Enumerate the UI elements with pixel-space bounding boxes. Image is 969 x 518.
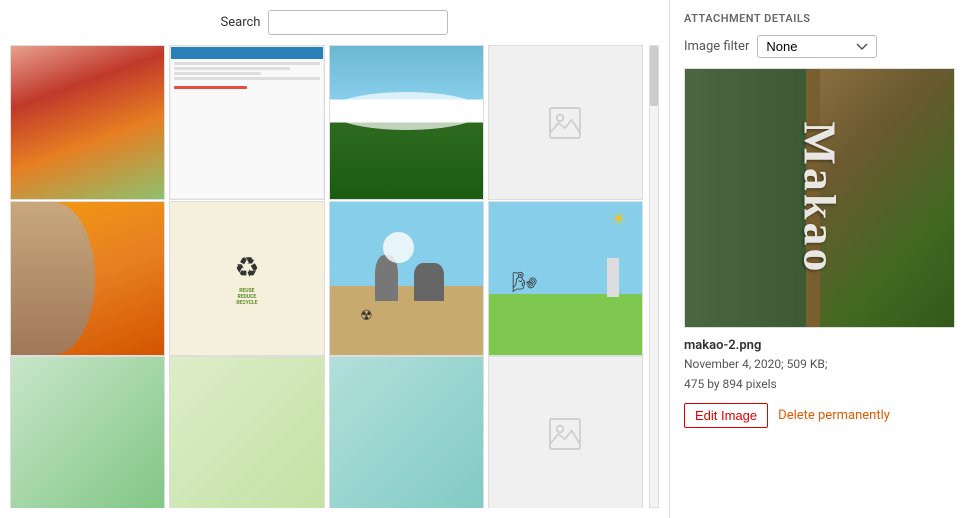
file-name: makao-2.png bbox=[684, 338, 955, 353]
list-item[interactable] bbox=[329, 356, 484, 508]
action-row: Edit Image Delete permanently bbox=[684, 403, 955, 428]
delete-permanently-button[interactable]: Delete permanently bbox=[778, 408, 890, 423]
file-info: makao-2.png November 4, 2020; 509 KB; 47… bbox=[684, 338, 955, 393]
scrollbar-thumb[interactable] bbox=[650, 46, 658, 106]
list-item[interactable] bbox=[169, 356, 324, 508]
list-item[interactable] bbox=[488, 45, 643, 200]
list-item[interactable] bbox=[488, 356, 643, 508]
search-label: Search bbox=[221, 15, 261, 30]
list-item[interactable] bbox=[169, 45, 324, 200]
preview-image: Makao bbox=[685, 69, 954, 327]
file-meta-line1: November 4, 2020; 509 KB; bbox=[684, 355, 955, 373]
image-grid-wrapper: ♻ REUSEREDUCERECYCLE ☢ 🌬 ☀ bbox=[10, 45, 659, 508]
right-panel: ATTACHMENT DETAILS Image filter None Ima… bbox=[669, 0, 969, 518]
placeholder-icon bbox=[545, 414, 585, 454]
image-grid: ♻ REUSEREDUCERECYCLE ☢ 🌬 ☀ bbox=[10, 45, 647, 508]
left-panel: Search bbox=[0, 0, 669, 518]
list-item[interactable] bbox=[329, 45, 484, 200]
image-filter-select[interactable]: None Images Audio Video Documents bbox=[757, 35, 877, 58]
list-item[interactable] bbox=[10, 201, 165, 356]
list-item[interactable] bbox=[10, 356, 165, 508]
placeholder-icon bbox=[545, 103, 585, 143]
list-item[interactable]: 🌬 ☀ bbox=[488, 201, 643, 356]
image-filter-label: Image filter bbox=[684, 39, 749, 54]
edit-image-button[interactable]: Edit Image bbox=[684, 403, 768, 428]
search-input[interactable] bbox=[268, 10, 448, 35]
file-meta-line2: 475 by 894 pixels bbox=[684, 375, 955, 393]
list-item[interactable]: ♻ REUSEREDUCERECYCLE bbox=[169, 201, 324, 356]
preview-container: Makao bbox=[684, 68, 955, 328]
list-item[interactable] bbox=[10, 45, 165, 200]
list-item[interactable]: ☢ bbox=[329, 201, 484, 356]
filter-row: Image filter None Images Audio Video Doc… bbox=[684, 35, 955, 58]
scrollbar[interactable] bbox=[649, 45, 659, 508]
search-bar: Search bbox=[10, 10, 659, 35]
attachment-details-title: ATTACHMENT DETAILS bbox=[684, 12, 955, 25]
